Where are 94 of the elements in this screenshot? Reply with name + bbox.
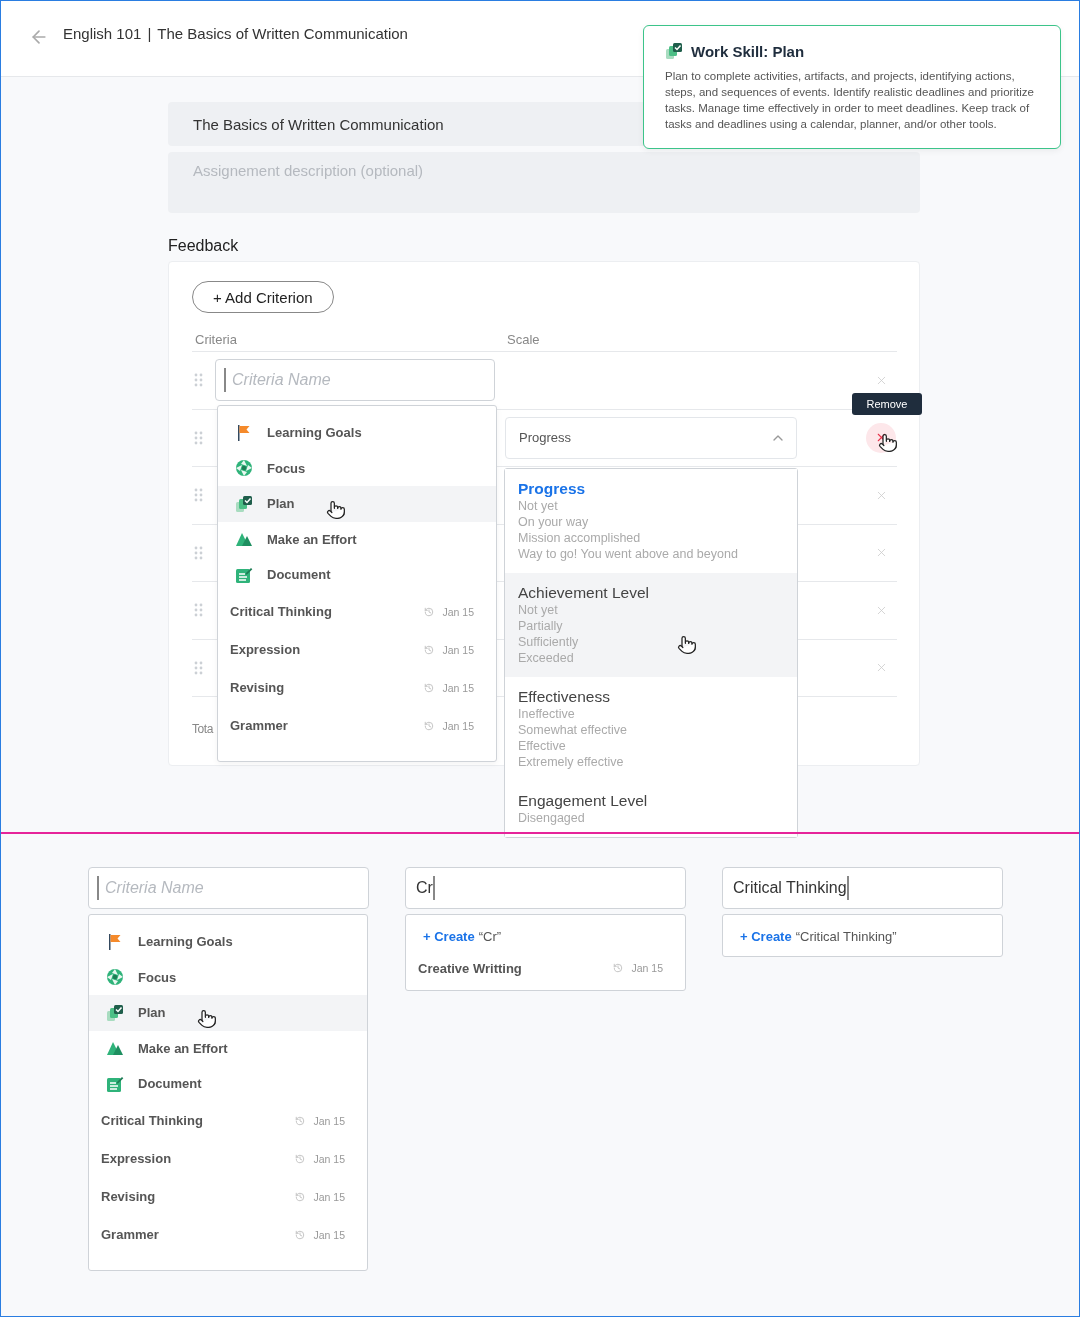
stacked-cards-icon (106, 1003, 124, 1022)
feedback-heading: Feedback (168, 237, 240, 255)
total-label: Tota (192, 722, 214, 736)
create-option[interactable]: + Create “Critical Thinking” (723, 929, 1002, 944)
text-input[interactable]: Criteria Name (105, 879, 360, 897)
drag-handle-icon[interactable] (194, 430, 204, 445)
text-input[interactable]: Cr (416, 879, 433, 897)
history-icon (424, 644, 435, 655)
notepad-icon (106, 1074, 124, 1093)
description-field-frame[interactable]: Assignement description (optional) (168, 152, 920, 213)
create-link[interactable]: + Create (423, 929, 475, 944)
criterion-label: Grammer (101, 1227, 159, 1242)
criteria-name-field[interactable]: Criteria Name (215, 359, 495, 402)
column-header: Scale (507, 332, 541, 347)
date-text: Jan 15 (442, 605, 474, 618)
date-text: Jan 15 (313, 1114, 345, 1127)
text-input[interactable]: Criteria Name (232, 371, 486, 390)
history-icon (295, 1115, 306, 1126)
aperture-icon (235, 459, 253, 478)
recent-criterion-item[interactable]: Expression Jan 15 (89, 1139, 367, 1178)
date-text: Jan 15 (442, 681, 474, 694)
drag-handle-icon[interactable] (194, 603, 204, 618)
breadcrumb-title: The Basics of Written Communication (157, 25, 408, 42)
history-icon (295, 1153, 306, 1164)
stacked-cards-icon (665, 42, 683, 60)
text-input[interactable]: Critical Thinking (733, 879, 847, 897)
skill-menu-item[interactable]: Make an Effort (89, 1030, 367, 1066)
text-cursor (432, 876, 435, 900)
criterion-label: Critical Thinking (230, 604, 332, 619)
skill-menu-item[interactable]: Document (89, 1066, 367, 1102)
criterion-label: Revising (101, 1189, 156, 1204)
criterion-label: Expression (230, 642, 301, 657)
hand-cursor-icon (326, 500, 346, 520)
notepad-icon (235, 565, 253, 584)
hand-cursor-icon (197, 1009, 217, 1029)
breadcrumb-separator: | (147, 25, 152, 42)
skill-menu-item[interactable]: Plan (89, 995, 367, 1031)
skill-menu-item[interactable]: Learning Goals (89, 924, 367, 960)
text-cursor (224, 368, 226, 393)
date-text: Jan 15 (442, 719, 474, 732)
description-field[interactable]: Assignement description (optional) (193, 162, 895, 179)
text-cursor (846, 876, 849, 900)
search-result-item[interactable]: Creative Writting Jan 15 (406, 958, 685, 978)
criteria-name-field[interactable]: Criteria Name (88, 867, 369, 909)
recent-criterion-item[interactable]: Revising Jan 15 (218, 668, 496, 707)
skill-menu-item[interactable]: Document (218, 557, 496, 593)
criterion-label: Grammer (230, 718, 288, 733)
recent-criterion-item[interactable]: Critical Thinking Jan 15 (218, 592, 496, 631)
tooltip-title: Work Skill: Plan (691, 42, 805, 60)
remove-tooltip: Remove (852, 393, 922, 415)
column-header: Criteria (195, 332, 238, 347)
history-icon (613, 963, 624, 973)
text-cursor (97, 876, 99, 900)
create-option[interactable]: + Create “Cr” (406, 929, 685, 944)
date-text: Jan 15 (313, 1190, 345, 1203)
hand-cursor-icon (677, 635, 697, 655)
scale-option[interactable]: Achievement Level Not yet Partially Sufficiently Exceeded (505, 573, 797, 677)
hand-cursor-icon (878, 432, 898, 453)
recent-criterion-item[interactable]: Critical Thinking Jan 15 (89, 1101, 367, 1140)
history-icon (424, 682, 435, 693)
history-icon (424, 720, 435, 731)
criteria-name-field[interactable]: Cr (405, 867, 686, 909)
skill-menu-item[interactable]: Focus (218, 450, 496, 486)
skill-menu-item[interactable]: Make an Effort (218, 521, 496, 557)
drag-handle-icon[interactable] (194, 545, 204, 560)
recent-criterion-item[interactable]: Grammer Jan 15 (218, 706, 496, 745)
skill-menu-item[interactable]: Learning Goals (218, 415, 496, 451)
scale-select[interactable]: Progress (505, 416, 797, 459)
date-text: Jan 15 (313, 1152, 345, 1165)
criterion-label: Critical Thinking (101, 1113, 203, 1128)
date-text: Jan 15 (313, 1228, 345, 1241)
history-icon (295, 1191, 306, 1202)
criterion-label: Creative Writting (418, 960, 522, 976)
drag-handle-icon[interactable] (194, 488, 204, 503)
skill-menu-item[interactable]: Focus (89, 959, 367, 995)
recent-criterion-item[interactable]: Grammer Jan 15 (89, 1215, 367, 1254)
criterion-label: Revising (230, 680, 285, 695)
skill-menu-item[interactable]: Plan (218, 486, 496, 522)
stacked-cards-icon (235, 494, 253, 513)
add-criterion-button[interactable]: + Add Criterion (192, 281, 334, 313)
drag-handle-icon[interactable] (194, 373, 204, 388)
history-icon (424, 606, 435, 617)
drag-handle-icon[interactable] (194, 660, 204, 675)
breadcrumb-course: English 101 (63, 25, 142, 42)
date-text: Jan 15 (442, 643, 474, 656)
recent-criterion-item[interactable]: Revising Jan 15 (89, 1177, 367, 1216)
history-icon (295, 1229, 306, 1240)
remove-button[interactable] (866, 422, 896, 453)
aperture-icon (106, 968, 124, 987)
criterion-label: Expression (101, 1151, 172, 1166)
create-link[interactable]: + Create (740, 929, 792, 944)
criteria-name-field[interactable]: Critical Thinking (722, 867, 1003, 909)
recent-criterion-item[interactable]: Expression Jan 15 (218, 630, 496, 669)
date-text: Jan 15 (631, 962, 663, 974)
